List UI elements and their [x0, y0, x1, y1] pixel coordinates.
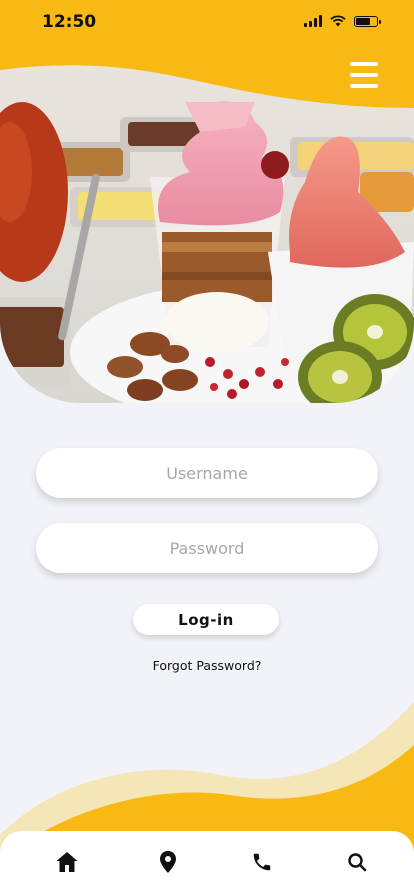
- password-input[interactable]: [36, 523, 378, 573]
- forgot-password-link[interactable]: Forgot Password?: [0, 658, 414, 673]
- status-time: 12:50: [42, 12, 97, 32]
- status-bar: 12:50: [0, 0, 414, 46]
- battery-icon: [354, 15, 381, 27]
- login-button[interactable]: Log-in: [133, 604, 279, 635]
- location-pin-icon[interactable]: [155, 849, 181, 875]
- username-input[interactable]: [36, 448, 378, 498]
- search-icon[interactable]: [344, 849, 370, 875]
- bottom-nav: [0, 831, 414, 896]
- wifi-icon: [330, 15, 346, 27]
- home-icon[interactable]: [54, 849, 80, 875]
- cellular-signal-icon: [304, 15, 322, 27]
- phone-icon[interactable]: [249, 849, 275, 875]
- menu-icon[interactable]: [350, 62, 378, 88]
